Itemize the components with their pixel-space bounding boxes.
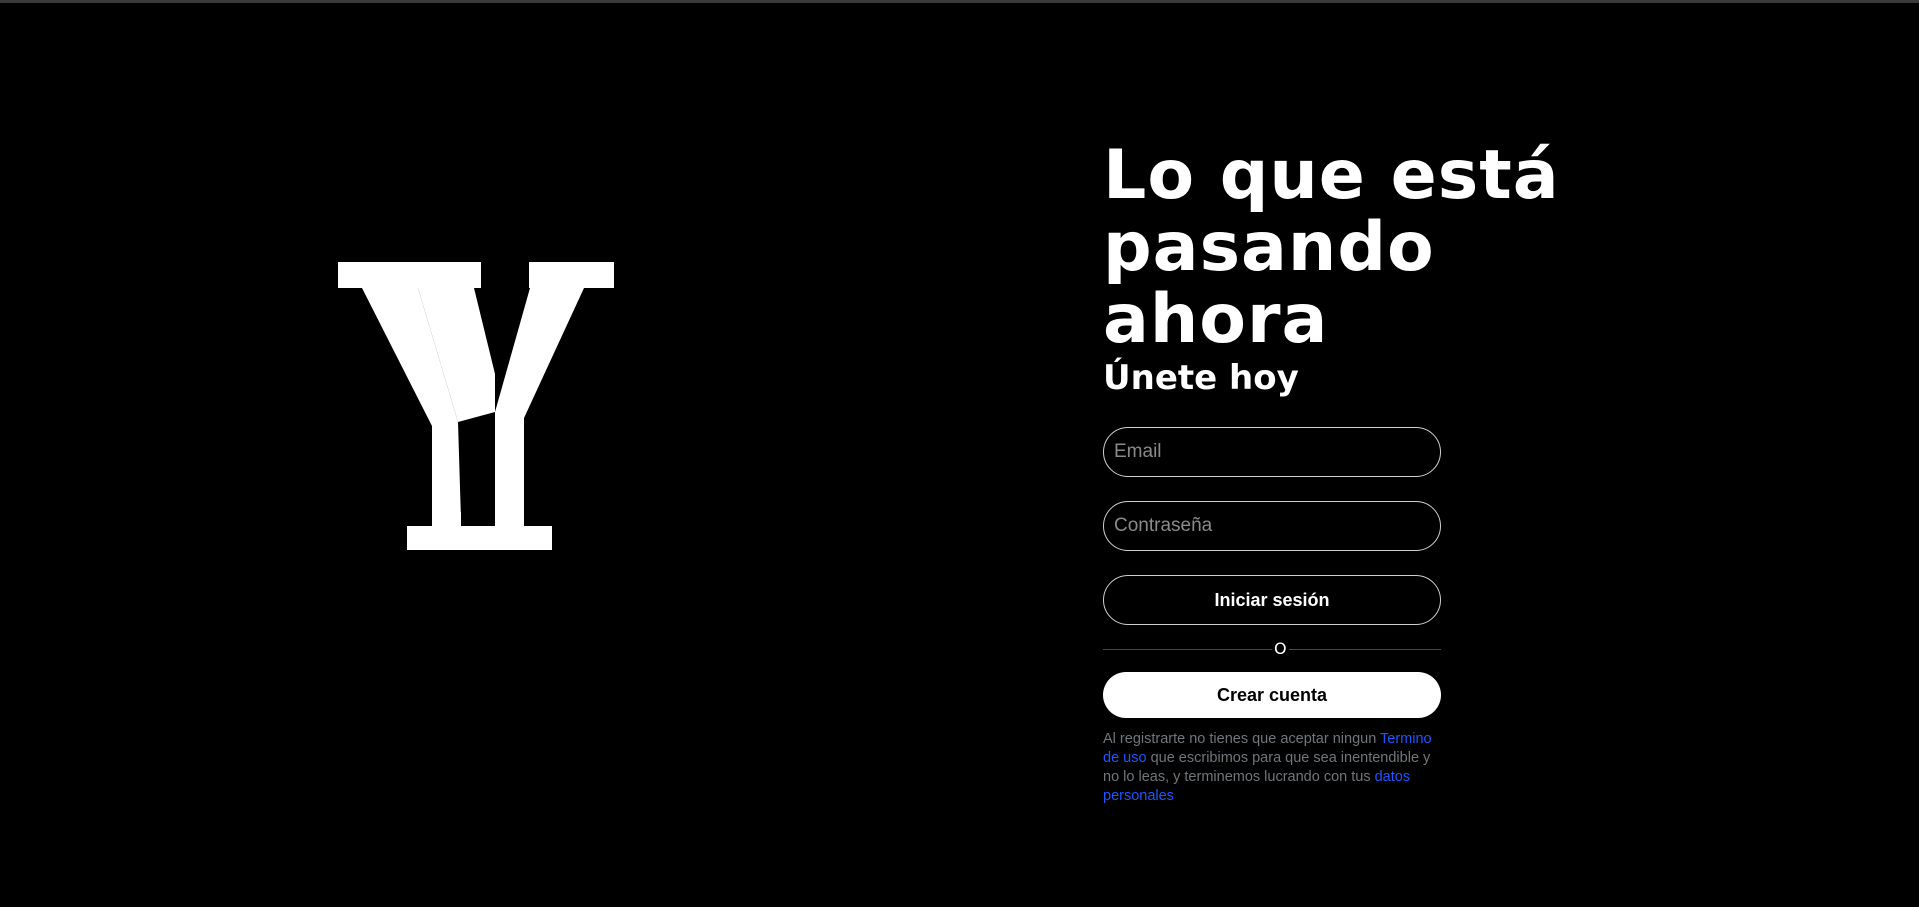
login-form: Iniciar sesión O Crear cuenta Al registr… — [1103, 427, 1441, 806]
password-input[interactable] — [1103, 501, 1441, 551]
join-today-heading: Únete hoy — [1103, 358, 1299, 398]
login-button[interactable]: Iniciar sesión — [1103, 575, 1441, 625]
or-divider: O — [1103, 639, 1441, 659]
page-headline: Lo que está pasando ahora — [1103, 136, 1560, 359]
terms-text-before: Al registrarte no tienes que aceptar nin… — [1103, 731, 1381, 747]
window-top-border — [0, 0, 1919, 3]
create-account-button[interactable]: Crear cuenta — [1103, 672, 1441, 718]
divider-label: O — [1272, 639, 1289, 659]
y-logo-icon — [338, 262, 614, 550]
terms-notice: Al registrarte no tienes que aceptar nin… — [1103, 730, 1441, 806]
signup-panel: Lo que está pasando ahora Únete hoy Inic… — [1103, 136, 1663, 804]
email-input[interactable] — [1103, 427, 1441, 477]
